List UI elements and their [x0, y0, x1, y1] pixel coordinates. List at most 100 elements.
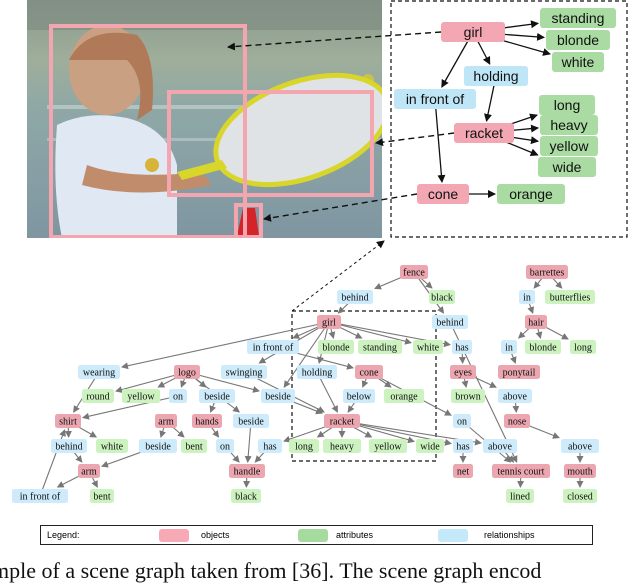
node-attribute-standing: standing: [540, 8, 616, 28]
node-label: logo: [178, 368, 196, 379]
node-attribute-bent1: bent: [181, 439, 207, 453]
node-label: beside: [265, 392, 291, 403]
node-object-arm2: arm: [78, 464, 100, 478]
node-relationship-holding: holding: [297, 365, 337, 379]
node-label: behind: [341, 293, 368, 304]
legend-swatch-relationships: [438, 529, 468, 542]
node-label: blonde: [529, 343, 557, 354]
node-object-ponytail: ponytail: [498, 365, 540, 379]
node-object-eyes: eyes: [450, 365, 476, 379]
node-label: behind: [436, 318, 463, 329]
node-label: swinging: [226, 368, 263, 379]
node-label: heavy: [550, 117, 587, 133]
node-label: brown: [455, 392, 481, 403]
node-attribute-orange: orange: [497, 184, 565, 204]
node-relationship-holding: holding: [464, 66, 528, 86]
node-label: lined: [510, 492, 530, 503]
node-attribute-long2: long: [570, 340, 596, 354]
link-racket-to-bbox: [375, 132, 455, 147]
node-label: above: [568, 442, 592, 453]
node-relationship-wearing: wearing: [78, 365, 120, 379]
node-label: long: [554, 97, 580, 113]
node-label: hands: [195, 417, 218, 428]
node-relationship-has1: has: [452, 340, 472, 354]
node-object-barrettes: barrettes: [526, 265, 568, 279]
node-attribute-round: round: [82, 389, 114, 403]
node-object-logo: logo: [174, 365, 200, 379]
node-object-racket: racket: [454, 123, 514, 143]
node-label: wide: [552, 159, 582, 175]
node-attribute-butterflies: butterflies: [545, 290, 595, 304]
node-label: standing: [552, 10, 605, 26]
node-relationship-behind3: behind: [51, 439, 87, 453]
node-label: blonde: [557, 32, 599, 48]
node-relationship-infrontof: in front of: [394, 89, 476, 109]
node-attribute-black1: black: [429, 290, 455, 304]
node-label: in front of: [20, 492, 61, 503]
node-label: black: [235, 492, 257, 503]
node-label: tennis court: [498, 467, 545, 478]
node-label: eyes: [454, 368, 472, 379]
node-attribute-orange: orange: [384, 389, 424, 403]
node-object-shirt: shirt: [55, 414, 81, 428]
node-object-girl: girl: [317, 315, 341, 329]
node-object-net: net: [453, 464, 473, 478]
node-attribute-black2: black: [231, 489, 261, 503]
figure-caption: mple of a scene graph taken from [36]. T…: [0, 558, 542, 583]
legend: Legend: objects attributes relationships: [40, 525, 593, 545]
node-label: fence: [403, 268, 425, 279]
node-label: on: [173, 392, 183, 403]
node-label: heavy: [330, 442, 354, 453]
node-label: bent: [185, 442, 202, 453]
legend-label-objects: objects: [201, 530, 230, 540]
node-label: girl: [322, 318, 336, 329]
subgraph-region-box: [291, 310, 437, 462]
node-relationship-behind2: behind: [432, 315, 468, 329]
node-relationship-in2: in: [501, 340, 517, 354]
node-relationship-on1: on: [169, 389, 187, 403]
node-label: in: [523, 293, 531, 304]
node-label: bent: [93, 492, 110, 503]
node-object-tenniscourt: tennis court: [492, 464, 550, 478]
node-label: in front of: [253, 343, 294, 354]
node-relationship-in1: in: [519, 290, 535, 304]
node-relationship-beside1: beside: [199, 389, 235, 403]
node-attribute-long: long: [539, 95, 595, 115]
node-label: yellow: [374, 442, 402, 453]
node-attribute-heavy: heavy: [323, 439, 361, 453]
node-label: orange: [509, 186, 553, 202]
node-label: nose: [508, 417, 527, 428]
legend-swatch-attributes: [298, 529, 328, 542]
node-relationship-has2: has: [258, 439, 282, 453]
node-relationship-swinging: swinging: [221, 365, 267, 379]
node-label: round: [86, 392, 109, 403]
legend-swatch-objects: [159, 529, 189, 542]
node-relationship-above1: above: [498, 389, 532, 403]
node-object-handle: handle: [229, 464, 265, 478]
node-label: yellow: [127, 392, 155, 403]
node-attribute-white1: white: [413, 340, 443, 354]
node-relationship-infrontof2: in front of: [12, 489, 68, 503]
node-label: behind: [55, 442, 82, 453]
scene-graph-figure: girl standing blonde white holding in front o…: [12, 0, 628, 503]
node-label: below: [347, 392, 372, 403]
node-label: girl: [464, 24, 483, 40]
node-relationship-on2: on: [453, 414, 471, 428]
node-relationship-infrontof1: in front of: [247, 340, 299, 354]
node-object-girl: girl: [441, 22, 505, 42]
node-attribute-long1: long: [289, 439, 319, 453]
node-label: holding: [473, 68, 518, 84]
legend-title: Legend:: [47, 530, 80, 540]
legend-label-relationships: relationships: [484, 530, 535, 540]
node-object-cone: cone: [355, 365, 383, 379]
node-label: net: [457, 467, 469, 478]
legend-label-attributes: attributes: [336, 530, 374, 540]
node-label: handle: [234, 467, 261, 478]
node-attribute-wide: wide: [416, 439, 444, 453]
node-attribute-brown: brown: [451, 389, 485, 403]
node-label: above: [488, 442, 512, 453]
node-label: wide: [420, 442, 440, 453]
node-label: has: [456, 442, 469, 453]
node-label: in: [505, 343, 513, 354]
node-relationship-on3: on: [216, 439, 234, 453]
